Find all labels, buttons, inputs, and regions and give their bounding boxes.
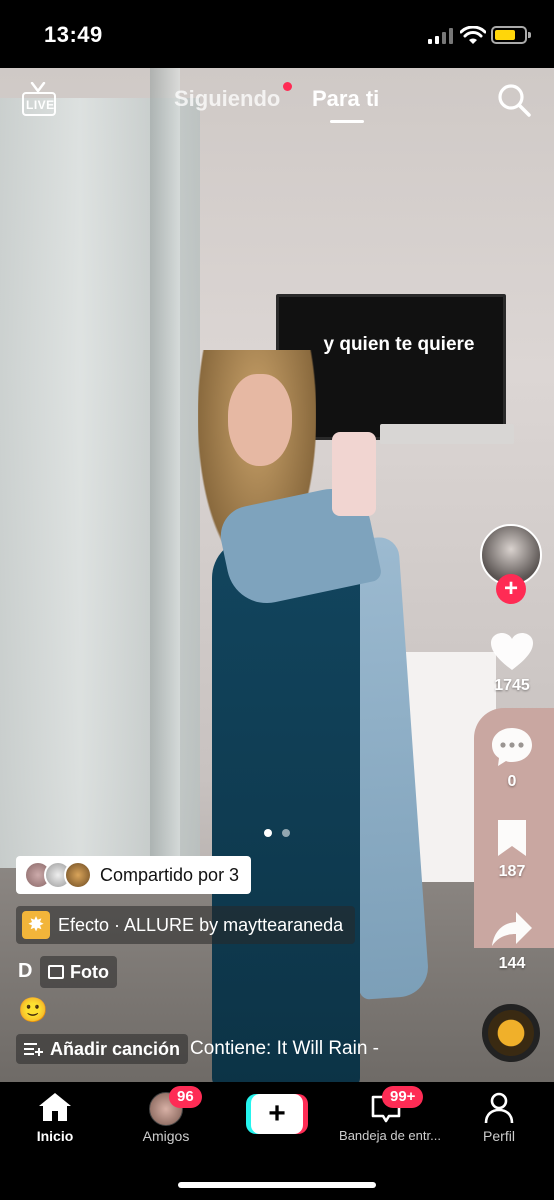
carousel-dot-2 — [282, 829, 290, 837]
add-song-label: Añadir canción — [50, 1038, 181, 1059]
inbox-badge: 99+ — [382, 1086, 424, 1108]
carousel-dot-1 — [264, 829, 272, 837]
create-button[interactable]: + — [246, 1094, 308, 1134]
profile-icon — [484, 1092, 514, 1124]
battery-icon — [491, 26, 531, 44]
avatar — [64, 861, 92, 889]
live-button[interactable]: LIVE — [20, 82, 60, 120]
add-song-chip[interactable]: Añadir canción — [16, 1034, 189, 1064]
video-caption: y quien te quiere — [323, 334, 475, 355]
signal-icon — [428, 28, 454, 44]
save-button[interactable]: 187 — [484, 818, 540, 881]
sparkle-icon: ✸ — [22, 911, 50, 939]
like-count: 1745 — [494, 677, 530, 694]
wifi-icon — [460, 26, 486, 44]
share-count: 144 — [498, 955, 526, 972]
follow-button[interactable]: + — [496, 574, 526, 604]
tab-profile-label: Perfil — [483, 1128, 515, 1144]
image-icon — [48, 965, 64, 979]
new-content-dot — [283, 82, 292, 91]
effect-label: Efecto · ALLURE by maytte­araneda — [58, 914, 344, 935]
share-button[interactable]: 144 — [484, 910, 540, 973]
comment-icon — [492, 728, 532, 766]
effect-chip[interactable]: ✸ Efecto · ALLURE by maytte­araneda — [16, 906, 356, 944]
save-count: 187 — [498, 863, 526, 880]
home-indicator[interactable] — [178, 1182, 376, 1188]
photo-chip[interactable]: Foto — [40, 956, 117, 988]
status-bar: 13:49 — [0, 0, 554, 68]
search-icon[interactable] — [496, 82, 532, 118]
music-disc[interactable] — [482, 1004, 540, 1062]
top-nav: LIVE Siguiendo Para ti — [0, 68, 554, 138]
heart-icon — [491, 633, 533, 670]
tab-for-you[interactable]: Para ti — [312, 86, 379, 112]
like-button[interactable]: 1745 — [484, 632, 540, 695]
active-tab-indicator — [330, 120, 364, 123]
friends-badge: 96 — [169, 1086, 202, 1108]
tab-friends-label: Amigos — [142, 1128, 190, 1144]
home-icon — [39, 1093, 71, 1121]
add-song-icon — [24, 1043, 43, 1056]
comment-button[interactable]: 0 — [484, 726, 540, 791]
author-initial: D — [18, 960, 33, 982]
tab-following[interactable]: Siguiendo — [174, 86, 280, 112]
tab-home-label: Inicio — [36, 1128, 74, 1144]
shared-by-chip[interactable]: Compartido por 3 — [16, 856, 252, 894]
caption-emoji: 🙂 — [18, 997, 48, 1024]
shared-avatars — [24, 861, 92, 889]
share-icon — [492, 912, 532, 946]
plus-icon: + — [251, 1094, 303, 1134]
shared-by-label: Compartido por 3 — [100, 864, 240, 885]
bookmark-icon — [498, 820, 526, 856]
status-time: 13:49 — [44, 22, 103, 47]
song-info[interactable]: Contiene: It Will Rain - — [190, 1038, 379, 1060]
comment-count: 0 — [507, 773, 517, 790]
tab-inbox-label: Bandeja de entr... — [339, 1128, 441, 1143]
live-label: LIVE — [26, 98, 55, 112]
photo-label: Foto — [70, 961, 109, 982]
